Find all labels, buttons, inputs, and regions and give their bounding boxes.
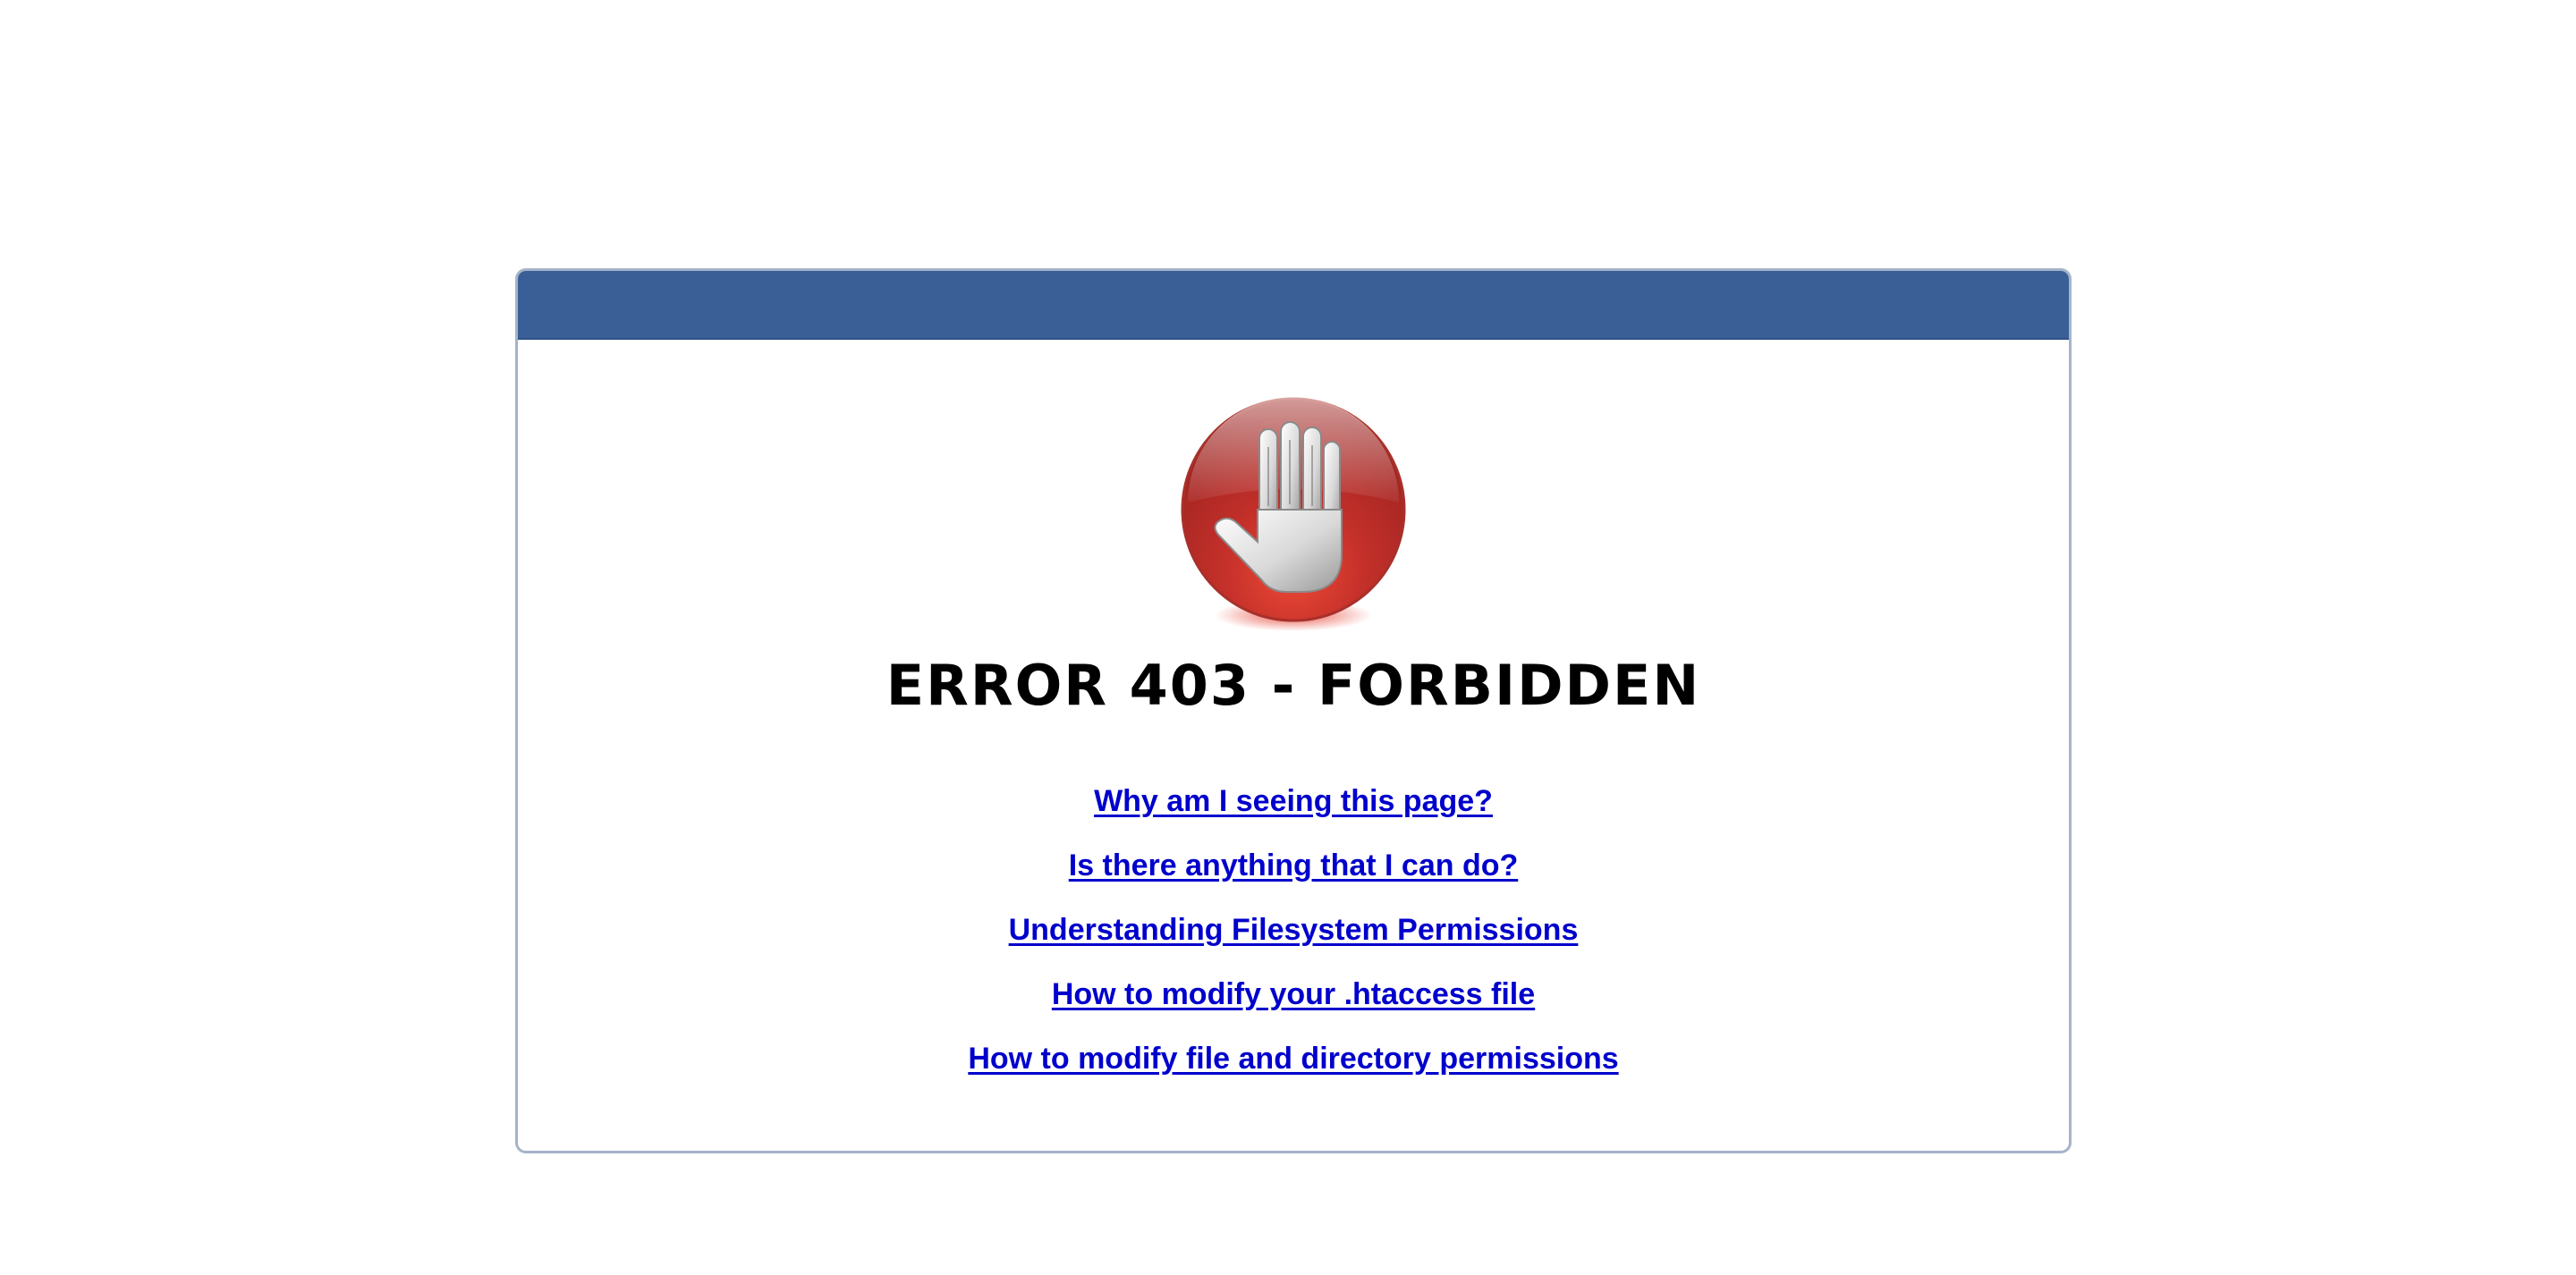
link-row: Understanding Filesystem Permissions [518, 898, 2069, 962]
link-row: How to modify file and directory permiss… [518, 1026, 2069, 1091]
link-row: How to modify your .htaccess file [518, 962, 2069, 1026]
link-modify-permissions[interactable]: How to modify file and directory permiss… [968, 1042, 1618, 1076]
panel-header-bar [518, 271, 2069, 340]
help-links: Why am I seeing this page? Is there anyt… [518, 769, 2069, 1091]
link-why-seeing-page[interactable]: Why am I seeing this page? [1094, 784, 1493, 818]
link-filesystem-permissions[interactable]: Understanding Filesystem Permissions [1009, 913, 1579, 947]
link-row: Why am I seeing this page? [518, 769, 2069, 833]
link-row: Is there anything that I can do? [518, 833, 2069, 898]
error-panel: ERROR 403 - FORBIDDEN Why am I seeing th… [515, 268, 2072, 1153]
error-page: ERROR 403 - FORBIDDEN Why am I seeing th… [0, 0, 2576, 1275]
stop-hand-icon [1181, 397, 1406, 631]
panel-body: ERROR 403 - FORBIDDEN Why am I seeing th… [518, 393, 2069, 1091]
link-modify-htaccess[interactable]: How to modify your .htaccess file [1052, 977, 1535, 1011]
page-title: ERROR 403 - FORBIDDEN [886, 653, 1701, 718]
link-anything-i-can-do[interactable]: Is there anything that I can do? [1069, 849, 1519, 882]
